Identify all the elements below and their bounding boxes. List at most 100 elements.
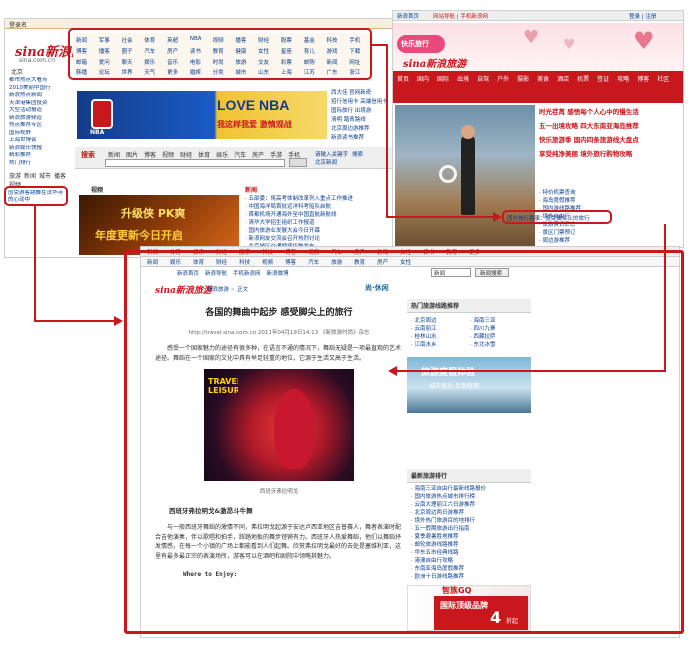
juggling-ring: [439, 165, 457, 183]
left-link-column: 都市热点大看点 2010美丽中国行 新浪热点新闻 天津港集团投资 大型活动报道 新浪旅游频…: [9, 77, 73, 169]
nba-banner[interactable]: NBA LOVE NBA 我这样我爱 激情观战: [77, 91, 327, 139]
highlight-nav: [68, 28, 372, 80]
news-item[interactable]: · 新浪网友交流会召开热烈讨论: [245, 235, 395, 243]
arrow-head-top: [493, 212, 502, 222]
search-tab[interactable]: 娱乐: [213, 150, 231, 159]
left-link[interactable]: 精彩推荐: [9, 152, 73, 160]
travel-headlines: 时光荏苒 感悟每个人心中的慢生活 五一出境攻略 四大东南亚海岛推荐 快乐旅游季 …: [539, 107, 683, 247]
highlight-left-link: 感受游客跳舞在法华寺的心动中: [4, 186, 68, 206]
section-title-news: 新闻: [245, 187, 258, 194]
arrow-head-right: [388, 366, 397, 376]
left-link[interactable]: 热门排行: [9, 160, 73, 168]
travel-nav-item[interactable]: 首页: [393, 71, 413, 86]
travel-nav-item[interactable]: 出境: [453, 71, 473, 86]
topbar-nav[interactable]: 网站导航 | 手机新浪网: [433, 12, 488, 20]
arrow-line-right-v: [664, 224, 666, 372]
travel-nav-item[interactable]: 酒店: [553, 71, 573, 86]
travel-nav-item[interactable]: 机票: [573, 71, 593, 86]
left-link[interactable]: 2010美丽中国行: [9, 85, 73, 93]
travel-logo[interactable]: sina新浪旅游: [403, 55, 466, 70]
left-link[interactable]: 热点推荐专区: [9, 122, 73, 130]
left-link[interactable]: 新浪旅游频道: [9, 115, 73, 123]
highlighted-article-link[interactable]: 国外旅行趣事：感受脚尖上的旅行: [507, 214, 611, 222]
sidebar-category[interactable]: 城市: [39, 173, 51, 180]
left-link[interactable]: 都市热点大看点: [9, 77, 73, 85]
sidebar-category[interactable]: 播客: [54, 173, 66, 180]
performer-head: [461, 125, 475, 139]
travel-side-item[interactable]: · 海岛度假推荐: [539, 197, 683, 205]
left-link[interactable]: 天津港集团投资: [9, 100, 73, 108]
game-banner-sub: 年度更新今日开启: [95, 229, 183, 242]
headline-1[interactable]: 时光荏苒 感悟每个人心中的慢生活: [539, 107, 683, 117]
hot-link[interactable]: 请输入关键字: [315, 152, 348, 158]
search-tab[interactable]: 新闻: [105, 150, 123, 159]
left-link[interactable]: 新浪热点新闻: [9, 92, 73, 100]
headline-4[interactable]: 享受纯净美丽 境外旅行购物攻略: [539, 149, 683, 159]
travel-nav-item[interactable]: 美食: [533, 71, 553, 86]
search-tab[interactable]: 汽车: [231, 150, 249, 159]
search-tab[interactable]: 图片: [123, 150, 141, 159]
search-label: 搜索: [81, 151, 95, 159]
travel-side-item[interactable]: · 周边游推荐: [539, 237, 683, 245]
highlight-right-link: 国外旅行趣事：感受脚尖上的旅行: [502, 210, 612, 224]
news-item[interactable]: · 中国海洋局首批远洋科考船队启航: [245, 203, 395, 211]
news-item[interactable]: · 国内旅游业发展大会今日开幕: [245, 227, 395, 235]
search-tab[interactable]: 房产: [249, 150, 267, 159]
search-button[interactable]: [289, 158, 307, 167]
arrow-head-left: [114, 316, 123, 326]
section-title-video: 视频: [91, 187, 104, 194]
travel-side-item[interactable]: · 景区门票预订: [539, 229, 683, 237]
left-link[interactable]: 上海世博会: [9, 137, 73, 145]
login-tab[interactable]: 登录名: [9, 20, 27, 29]
left-link[interactable]: 新浪娱乐快报: [9, 145, 73, 153]
travel-nav-item[interactable]: 自驾: [473, 71, 493, 86]
city-label[interactable]: 北京: [11, 67, 23, 76]
search-input[interactable]: [105, 159, 285, 167]
search-tab[interactable]: 体育: [195, 150, 213, 159]
topbar-login[interactable]: 登录 | 注册: [629, 12, 656, 20]
topbar-home[interactable]: 新浪首页: [397, 12, 419, 20]
search-row: 搜索 新闻 图片 博客 视频 财经 体育 娱乐 汽车 房产 手游 手机 请输入关键字 搜索北京新闻: [75, 147, 395, 169]
headline-3[interactable]: 快乐旅游季 国内四条旅游线大盘点: [539, 135, 683, 145]
game-banner-title: 升级侠 PK爽: [121, 207, 186, 220]
news-item[interactable]: · 清华大学招生组织工作报道: [245, 219, 395, 227]
nba-banner-title: LOVE NBA: [217, 97, 290, 113]
search-tab[interactable]: 手游: [267, 150, 285, 159]
hot-link[interactable]: 搜索: [352, 152, 363, 158]
arrow-line-top-h2: [386, 216, 494, 218]
travel-nav-item[interactable]: 社区: [653, 71, 673, 86]
hot-link[interactable]: 北京新闻: [315, 160, 337, 166]
travel-side-item[interactable]: · 特价机票查询: [539, 189, 683, 197]
street-performer-photo[interactable]: [395, 105, 535, 247]
sidebar-category[interactable]: 新闻: [24, 173, 36, 180]
travel-nav-item[interactable]: 户外: [493, 71, 513, 86]
travel-nav-item[interactable]: 签证: [593, 71, 613, 86]
travel-topbar: 新浪首页 网站导航 | 手机新浪网 登录 | 注册: [393, 11, 683, 21]
article-highlight-frame: [124, 250, 684, 634]
heart-icon-3: ♥: [633, 27, 655, 55]
logo-sub: sina.com.cn: [19, 57, 56, 64]
heart-icon-2: ♥: [563, 37, 576, 53]
travel-nav-item[interactable]: 国际: [433, 71, 453, 86]
heart-banner[interactable]: 快乐旅行 ♥ ♥ ♥ sina新浪旅游: [393, 23, 683, 71]
nba-logo-text: NBA: [90, 129, 105, 136]
left-link[interactable]: 大型活动报道: [9, 107, 73, 115]
sidebar-category[interactable]: 旅游: [9, 173, 21, 180]
arrow-line-top-v: [386, 44, 388, 218]
news-item[interactable]: · 五部委：将高考体制改革列入重点工作推进: [245, 195, 395, 203]
travel-nav-item[interactable]: 攻略: [613, 71, 633, 86]
hot-links: 请输入关键字 搜索北京新闻: [315, 150, 393, 166]
travel-nav-item[interactable]: 摄影: [513, 71, 533, 86]
headline-2[interactable]: 五一出境攻略 四大东南亚海岛推荐: [539, 121, 683, 131]
travel-nav-item[interactable]: 国内: [413, 71, 433, 86]
highlighted-link-text[interactable]: 感受游客跳舞在法华寺的心动中: [8, 190, 66, 203]
search-tab[interactable]: 财经: [177, 150, 195, 159]
search-tab[interactable]: 视频: [159, 150, 177, 159]
performer-figure: [461, 135, 475, 215]
heart-icon: ♥: [523, 27, 540, 48]
search-tab[interactable]: 博客: [141, 150, 159, 159]
left-link[interactable]: 国际视野: [9, 130, 73, 138]
nba-logo-icon: [91, 99, 113, 129]
travel-nav-item[interactable]: 博客: [633, 71, 653, 86]
news-item[interactable]: · 首都机场开通海外至中国直航新航线: [245, 211, 395, 219]
